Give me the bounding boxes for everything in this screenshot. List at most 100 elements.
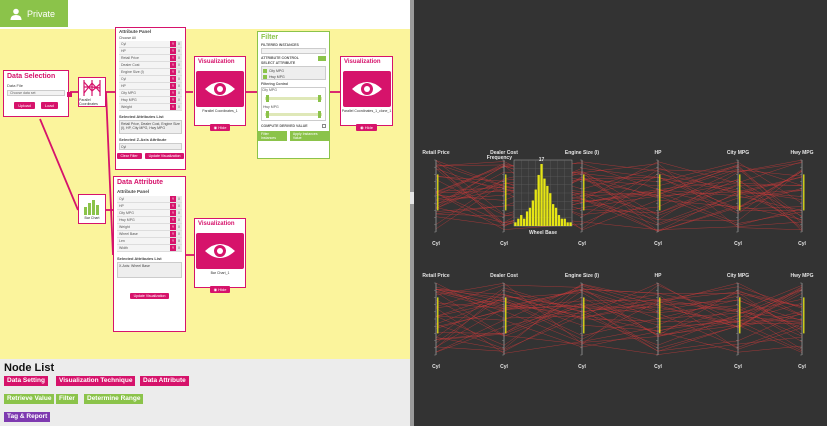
attribute-row[interactable]: Len Y X — [117, 238, 182, 245]
visualization-node[interactable]: Visualization Parallel Coordinates_1 ◉ H… — [194, 56, 246, 131]
slider-handle[interactable] — [318, 95, 321, 102]
node-data-attribute[interactable]: Data Attribute — [140, 376, 189, 386]
attribute-row[interactable]: Cyl Y X — [119, 76, 182, 83]
app-window: Private Data Selection Data File Choose … — [0, 0, 827, 426]
parallel-coordinates-view[interactable]: Retail Price Cyl Dealer Cost Cyl Engine Size… — [414, 0, 827, 426]
attribute-row[interactable]: Hwy MPG Y X — [117, 217, 182, 224]
histogram-bar — [560, 218, 563, 226]
attribute-checkbox-item[interactable]: Hwy MPG — [263, 74, 324, 80]
z-axis-label: Cyl — [734, 364, 742, 370]
x-axis-toggle[interactable]: X — [176, 76, 182, 82]
workflow-panel: Private Data Selection Data File Choose … — [0, 0, 413, 426]
bar-chart-node[interactable]: Bar Chart — [78, 194, 106, 224]
attribute-row[interactable]: City MPG Y X — [117, 210, 182, 217]
attribute-row[interactable]: Wheel Base Y X — [117, 231, 182, 238]
slider-handle[interactable] — [318, 111, 321, 118]
hide-button[interactable]: ◉ Hide — [356, 124, 377, 131]
checkbox[interactable] — [263, 75, 267, 79]
attribute-row[interactable]: Dealer Cost Y X — [119, 62, 182, 69]
selected-attributes-box[interactable]: Retail Price, Dealer Cost, Engine Size (… — [119, 120, 182, 134]
attribute-row[interactable]: Cyl Y X — [117, 196, 182, 203]
load-button[interactable]: Load — [40, 102, 58, 109]
data-attribute-node[interactable]: Data Attribute Attribute Panel Cyl Y X HP Y X… — [113, 176, 186, 332]
parallel-coordinates-node[interactable]: Parallel Coordinates — [78, 77, 106, 107]
attribute-control-toggle[interactable] — [318, 56, 326, 61]
histogram-bar — [554, 207, 558, 226]
z-axis-label: Cyl — [578, 364, 586, 370]
x-axis-toggle[interactable]: X — [176, 245, 182, 251]
clear-filter-button[interactable]: Clear Filter — [116, 153, 142, 159]
visualization-node-clone[interactable]: Visualization Parallel Coordinates_1_clo… — [340, 56, 393, 131]
x-axis-toggle[interactable]: X — [176, 97, 182, 103]
attribute-row[interactable]: HP Y X — [117, 203, 182, 210]
x-axis-toggle[interactable]: X — [176, 238, 182, 244]
attribute-name: Cyl — [117, 196, 170, 202]
node-retrieve-value[interactable]: Retrieve Value — [4, 394, 55, 404]
slider-handle[interactable] — [266, 111, 269, 118]
x-axis-toggle[interactable]: X — [176, 217, 182, 223]
x-axis-toggle[interactable]: X — [176, 41, 182, 47]
attribute-name: Cyl — [119, 41, 170, 47]
x-axis-toggle[interactable]: X — [176, 210, 182, 216]
output-port[interactable] — [67, 92, 72, 97]
attribute-name: Hwy MPG — [117, 217, 170, 223]
histogram-bar — [552, 204, 555, 226]
attribute-name: HP — [117, 203, 170, 209]
z-axis-label: Selected Z-Axis Attribute — [119, 137, 167, 142]
x-axis-toggle[interactable]: X — [176, 203, 182, 209]
filter-instances-button[interactable]: Filter Instances — [258, 131, 287, 141]
x-axis-toggle[interactable]: X — [176, 104, 182, 110]
x-axis-toggle[interactable]: X — [176, 55, 182, 61]
x-axis-toggle[interactable]: X — [176, 224, 182, 230]
x-axis-toggle[interactable]: X — [176, 69, 182, 75]
hide-button[interactable]: ◉ Hide — [209, 286, 231, 293]
brush-highlight — [803, 297, 805, 334]
apply-instances-button[interactable]: Apply Instances Value — [289, 131, 329, 141]
workflow-canvas[interactable]: Data Selection Data File Choose data set… — [0, 27, 413, 359]
compute-derived-checkbox[interactable] — [322, 124, 326, 128]
attribute-row[interactable]: Retail Price Y X — [119, 55, 182, 62]
attribute-list: Cyl Y X HP Y X Retail Price Y X Dealer Cost Y X Engi… — [119, 41, 182, 111]
attribute-row[interactable]: Weight Y X — [117, 224, 182, 231]
x-axis-toggle[interactable]: X — [176, 62, 182, 68]
checkbox[interactable] — [263, 69, 267, 73]
attribute-row[interactable]: Width Y X — [117, 245, 182, 252]
range-slider[interactable] — [265, 113, 322, 116]
x-axis-toggle[interactable]: X — [176, 83, 182, 89]
brush-highlight — [505, 297, 507, 334]
update-visualization-button[interactable]: Update Visualization — [129, 293, 170, 299]
visualization-node-bar[interactable]: Visualization Bar Chart_1 ◉ Hide — [194, 218, 246, 293]
attribute-row[interactable]: Cyl Y X — [119, 41, 182, 48]
data-selection-node[interactable]: Data Selection Data File Choose data set… — [3, 70, 72, 117]
attribute-row[interactable]: Weight Y X — [119, 104, 182, 111]
axis-label: Engine Size (l) — [565, 150, 600, 156]
filter-node[interactable]: Filter FILTERED INSTANCES ATTRIBUTE CONT… — [257, 31, 330, 159]
node-tag-report[interactable]: Tag & Report — [4, 412, 51, 422]
attribute-row[interactable]: City MPG Y X — [119, 90, 182, 97]
private-button[interactable]: Private — [0, 0, 68, 27]
node-determine-range[interactable]: Determine Range — [84, 394, 144, 404]
node-filter[interactable]: Filter — [56, 394, 78, 404]
node-visualization-technique[interactable]: Visualization Technique — [56, 376, 136, 386]
selected-attributes-box[interactable]: X-Axis: Wheel Base — [117, 262, 182, 278]
attribute-panel-node[interactable]: Attribute Panel Choose All Cyl Y X HP Y X Reta… — [115, 27, 186, 170]
filtered-instances-field[interactable] — [261, 48, 326, 54]
attribute-name: Len — [117, 238, 170, 244]
attribute-row[interactable]: Hwy MPG Y X — [119, 97, 182, 104]
upload-button[interactable]: Upload — [14, 102, 35, 109]
z-axis-select[interactable]: Cyl — [119, 143, 182, 150]
range-slider[interactable] — [265, 97, 322, 100]
slider-handle[interactable] — [266, 95, 269, 102]
attribute-row[interactable]: HP Y X — [119, 83, 182, 90]
x-axis-toggle[interactable]: X — [176, 48, 182, 54]
hide-button[interactable]: ◉ Hide — [209, 124, 231, 131]
data-file-select[interactable]: Choose data set — [7, 90, 65, 96]
x-axis-toggle[interactable]: X — [176, 231, 182, 237]
attribute-row[interactable]: Engine Size (l) Y X — [119, 69, 182, 76]
x-axis-toggle[interactable]: X — [176, 196, 182, 202]
update-visualization-button[interactable]: Update Visualization — [144, 153, 185, 159]
node-title: Visualization — [344, 59, 381, 65]
attribute-row[interactable]: HP Y X — [119, 48, 182, 55]
x-axis-toggle[interactable]: X — [176, 90, 182, 96]
node-data-setting[interactable]: Data Setting — [4, 376, 48, 386]
